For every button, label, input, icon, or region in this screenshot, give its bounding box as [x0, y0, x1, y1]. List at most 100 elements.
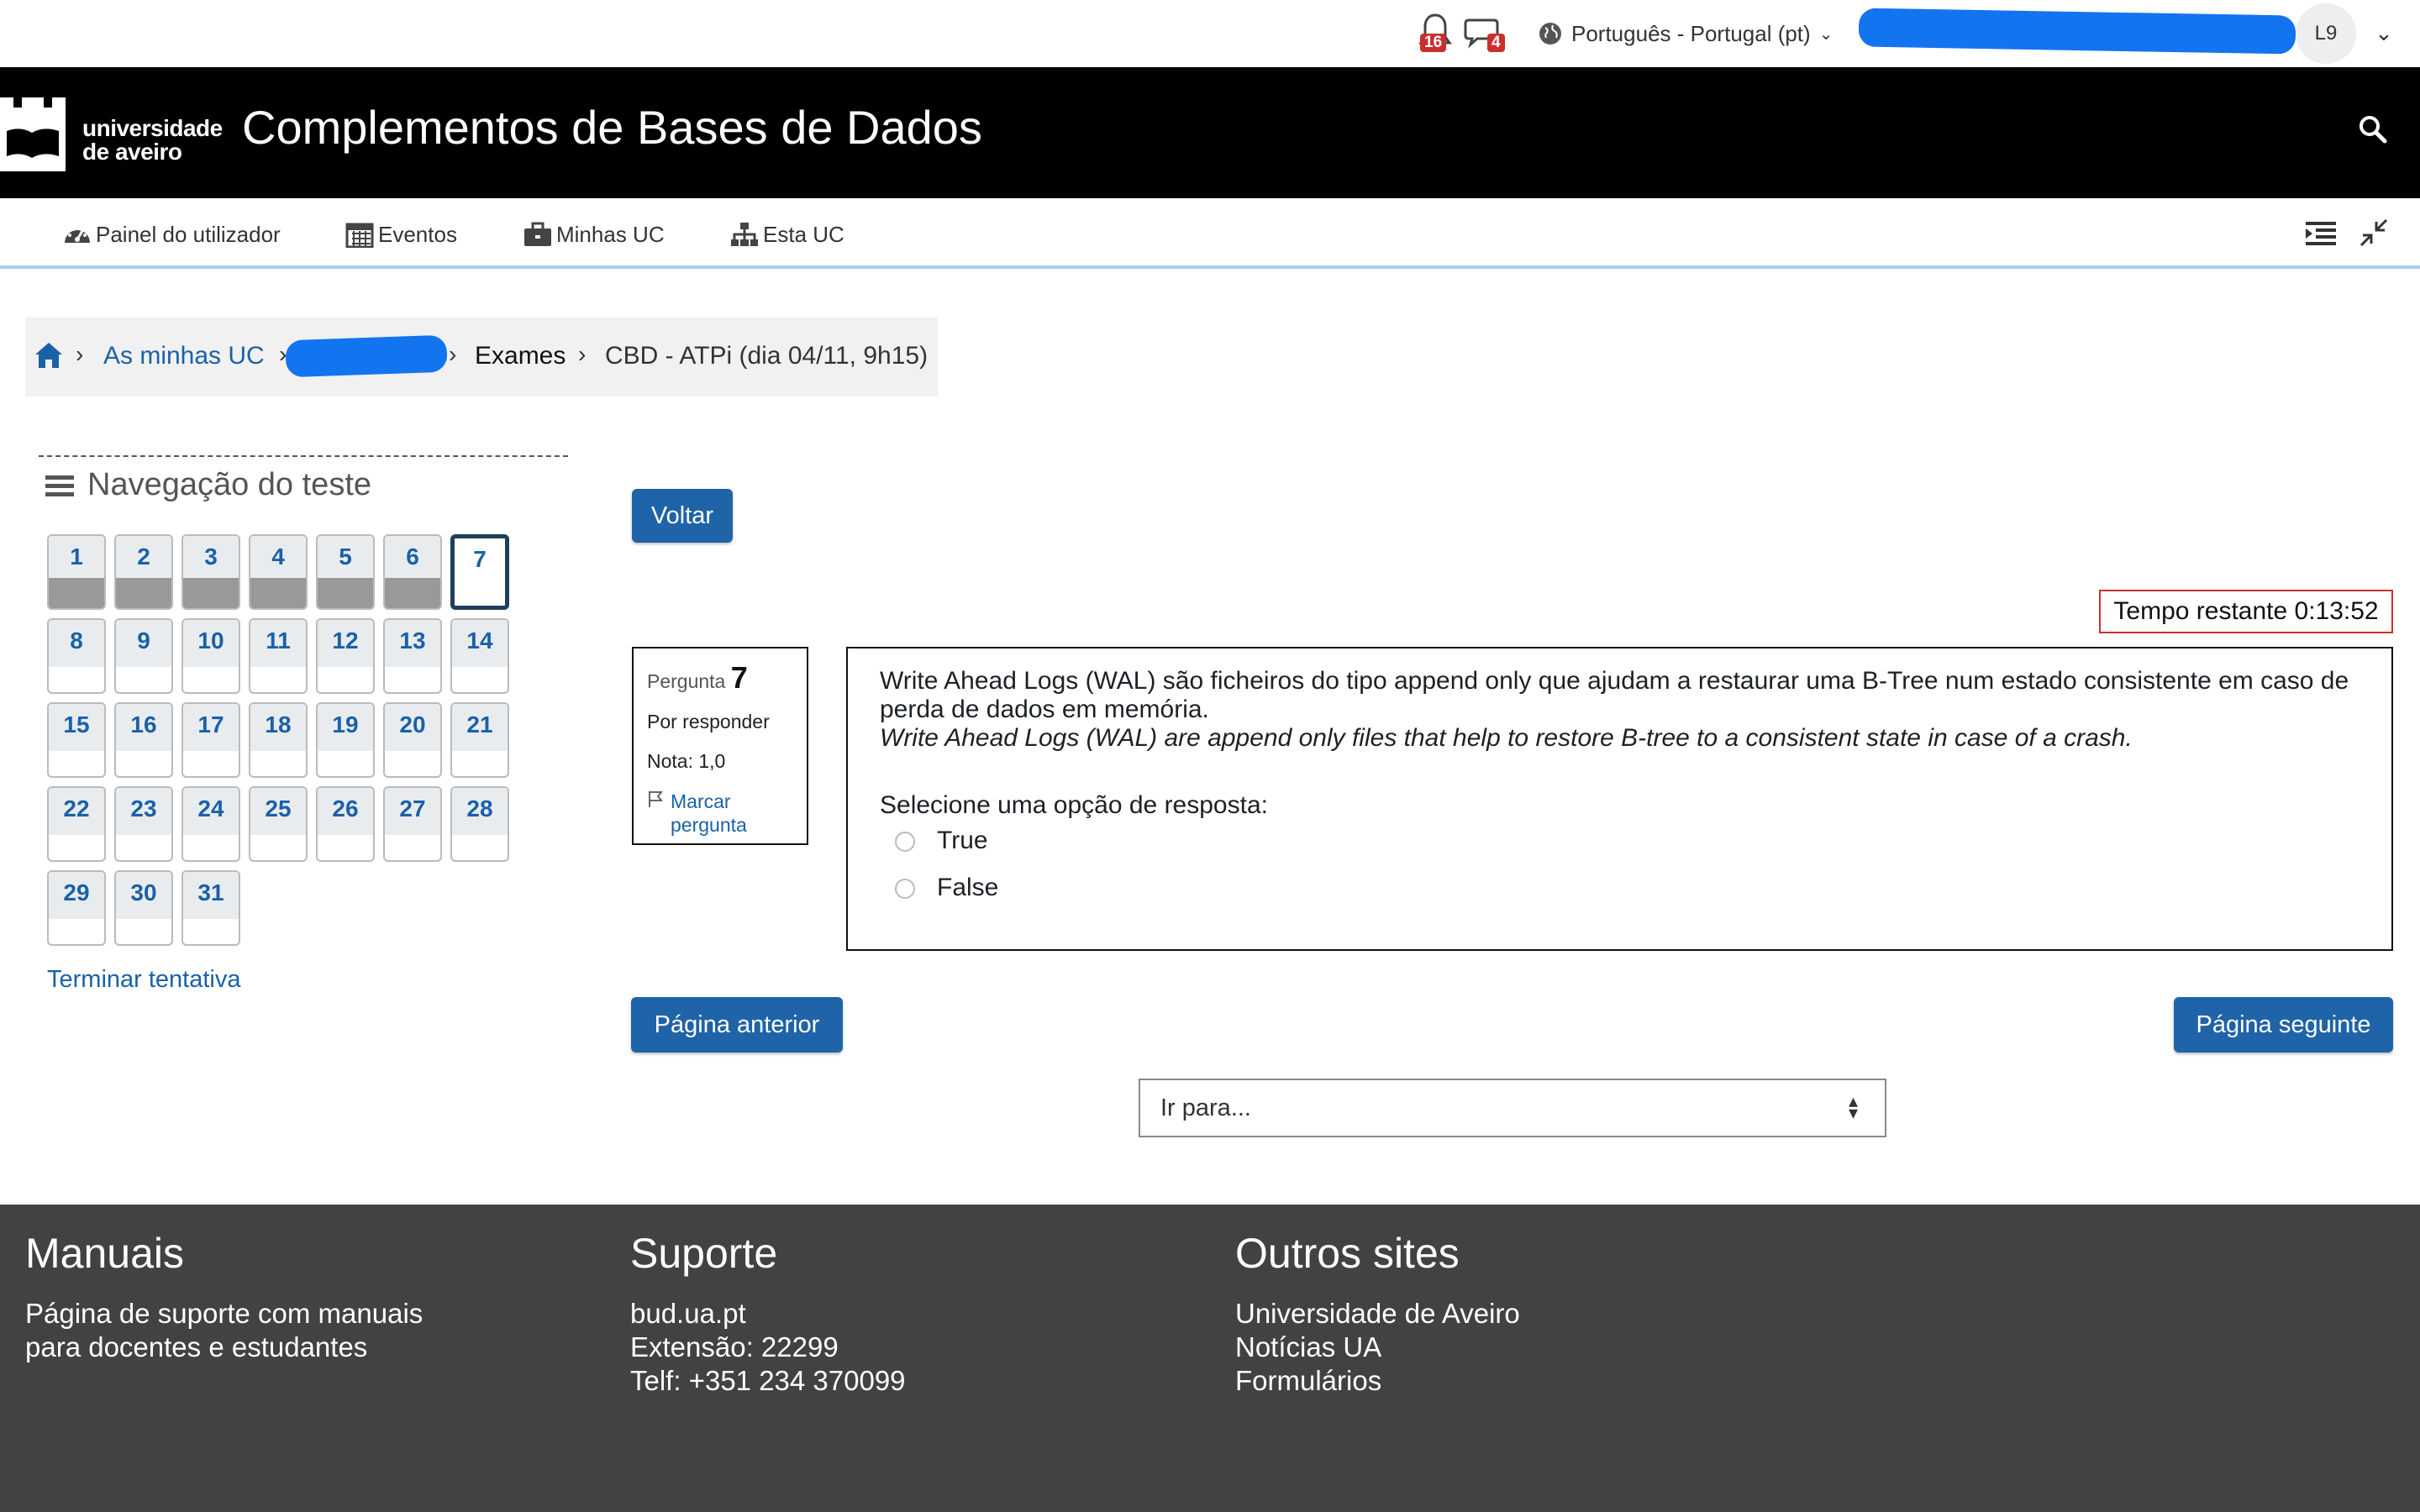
question-nav-button[interactable]: 20	[383, 702, 442, 778]
question-nav-button[interactable]: 3	[182, 534, 240, 610]
question-nav-number: 29	[49, 872, 104, 919]
previous-page-button[interactable]: Página anterior	[631, 997, 843, 1053]
nav-item-this-course[interactable]: Esta UC	[729, 220, 844, 249]
question-nav-button[interactable]: 30	[114, 870, 173, 946]
answer-option-true[interactable]: True	[880, 827, 2360, 855]
question-nav-button[interactable]: 11	[249, 618, 308, 694]
radio-false[interactable]	[895, 879, 915, 900]
course-title[interactable]: Complementos de Bases de Dados	[242, 97, 982, 158]
question-nav-number: 31	[183, 872, 239, 919]
question-nav-number: 7	[455, 538, 505, 585]
question-grade: Nota: 1,0	[647, 750, 726, 772]
question-nav-button[interactable]: 24	[182, 786, 240, 862]
messages-badge: 4	[1487, 34, 1505, 52]
nav-item-my-courses[interactable]: Minhas UC	[523, 220, 665, 249]
answered-indicator	[250, 578, 306, 608]
question-nav-button[interactable]: 19	[316, 702, 375, 778]
breadcrumb-exams[interactable]: Exames	[475, 341, 566, 371]
nav-item-dashboard[interactable]: Painel do utilizador	[62, 220, 281, 249]
breadcrumb-separator: ›	[449, 341, 457, 367]
question-nav-button[interactable]: 6	[383, 534, 442, 610]
footer-sites-title: Outros sites	[1235, 1230, 1460, 1277]
jump-to-value: Ir para...	[1160, 1094, 1251, 1121]
question-nav-button[interactable]: 1	[47, 534, 106, 610]
question-nav-button[interactable]: 17	[182, 702, 240, 778]
question-nav-number: 30	[116, 872, 171, 919]
question-nav-button[interactable]: 21	[450, 702, 509, 778]
footer-manuals-line1[interactable]: Página de suporte com manuais	[25, 1297, 423, 1331]
question-nav-button[interactable]: 2	[114, 534, 173, 610]
flag-question-link[interactable]: Marcar pergunta	[647, 790, 793, 837]
back-button[interactable]: Voltar	[632, 489, 733, 543]
sitemap-icon	[731, 223, 758, 246]
question-nav-button[interactable]: 5	[316, 534, 375, 610]
next-page-button[interactable]: Página seguinte	[2174, 997, 2393, 1053]
question-nav-number: 20	[385, 704, 440, 751]
question-nav-number: 28	[452, 788, 508, 835]
redacted-username	[1858, 8, 2296, 55]
question-nav-button[interactable]: 14	[450, 618, 509, 694]
question-nav-button[interactable]: 8	[47, 618, 106, 694]
question-nav-number: 24	[183, 788, 239, 835]
question-nav-button[interactable]: 28	[450, 786, 509, 862]
footer-support-line3: Telf: +351 234 370099	[630, 1365, 906, 1396]
question-nav-number: 27	[385, 788, 440, 835]
question-nav-button[interactable]: 12	[316, 618, 375, 694]
question-nav-button[interactable]: 13	[383, 618, 442, 694]
footer-link-ua[interactable]: Universidade de Aveiro	[1235, 1297, 1520, 1331]
breadcrumb-separator: ›	[76, 341, 84, 367]
question-nav-button[interactable]: 10	[182, 618, 240, 694]
question-nav-number: 1	[49, 536, 104, 583]
jump-to-select[interactable]: Ir para...	[1139, 1079, 1886, 1137]
question-nav-number: 10	[183, 620, 239, 667]
nav-item-events[interactable]: Eventos	[345, 220, 457, 249]
question-nav-button[interactable]: 26	[316, 786, 375, 862]
question-nav-number: 11	[250, 620, 306, 667]
user-avatar[interactable]: L9	[2296, 3, 2356, 64]
question-nav-button[interactable]: 23	[114, 786, 173, 862]
flag-question-label: Marcar pergunta	[671, 790, 747, 836]
question-nav-button[interactable]: 31	[182, 870, 240, 946]
select-arrows-icon: ▴ ▾	[1849, 1090, 1859, 1123]
user-menu-chevron-icon[interactable]: ⌄	[2375, 20, 2393, 46]
nav-label: Eventos	[378, 221, 457, 247]
language-menu[interactable]: Português - Portugal (pt) ⌄	[1538, 18, 1833, 49]
notifications-button[interactable]: 16	[1417, 12, 1454, 55]
footer-manuals-line2[interactable]: para docentes e estudantes	[25, 1331, 367, 1364]
briefcase-icon	[524, 222, 551, 246]
breadcrumb-my-courses[interactable]: As minhas UC	[103, 341, 265, 371]
compress-icon[interactable]	[2358, 217, 2390, 249]
question-nav-number: 13	[385, 620, 440, 667]
question-nav-number: 16	[116, 704, 171, 751]
footer-link-forms[interactable]: Formulários	[1235, 1364, 1381, 1398]
messages-button[interactable]: 4	[1464, 15, 1506, 57]
question-nav-button[interactable]: 27	[383, 786, 442, 862]
footer-support-line1[interactable]: bud.ua.pt	[630, 1297, 746, 1331]
breadcrumb-current-quiz: CBD - ATPi (dia 04/11, 9h15)	[605, 342, 929, 370]
search-icon[interactable]	[2358, 114, 2388, 144]
footer-manuals-title: Manuais	[25, 1230, 184, 1277]
finish-attempt-link[interactable]: Terminar tentativa	[47, 966, 241, 994]
radio-true[interactable]	[895, 832, 915, 853]
hamburger-icon	[45, 475, 74, 496]
question-nav-button[interactable]: 4	[249, 534, 308, 610]
question-nav-button[interactable]: 25	[249, 786, 308, 862]
question-nav-number: 15	[49, 704, 104, 751]
indent-list-icon[interactable]	[2304, 218, 2338, 247]
question-nav-number: 4	[250, 536, 306, 583]
question-nav-button[interactable]: 16	[114, 702, 173, 778]
university-logo-icon[interactable]	[0, 97, 76, 171]
question-nav-button[interactable]: 15	[47, 702, 106, 778]
question-nav-number: 8	[49, 620, 104, 667]
question-nav-button[interactable]: 7	[450, 534, 509, 610]
question-nav-button[interactable]: 22	[47, 786, 106, 862]
question-nav-button[interactable]: 9	[114, 618, 173, 694]
home-icon[interactable]	[34, 341, 66, 371]
answer-option-false[interactable]: False	[880, 874, 2360, 902]
time-remaining: Tempo restante 0:13:52	[2099, 590, 2393, 633]
footer-link-news[interactable]: Notícias UA	[1235, 1331, 1381, 1364]
question-nav-number: 2	[116, 536, 171, 583]
question-nav-button[interactable]: 29	[47, 870, 106, 946]
university-logo-text: universidade de aveiro	[82, 117, 223, 164]
question-nav-button[interactable]: 18	[249, 702, 308, 778]
